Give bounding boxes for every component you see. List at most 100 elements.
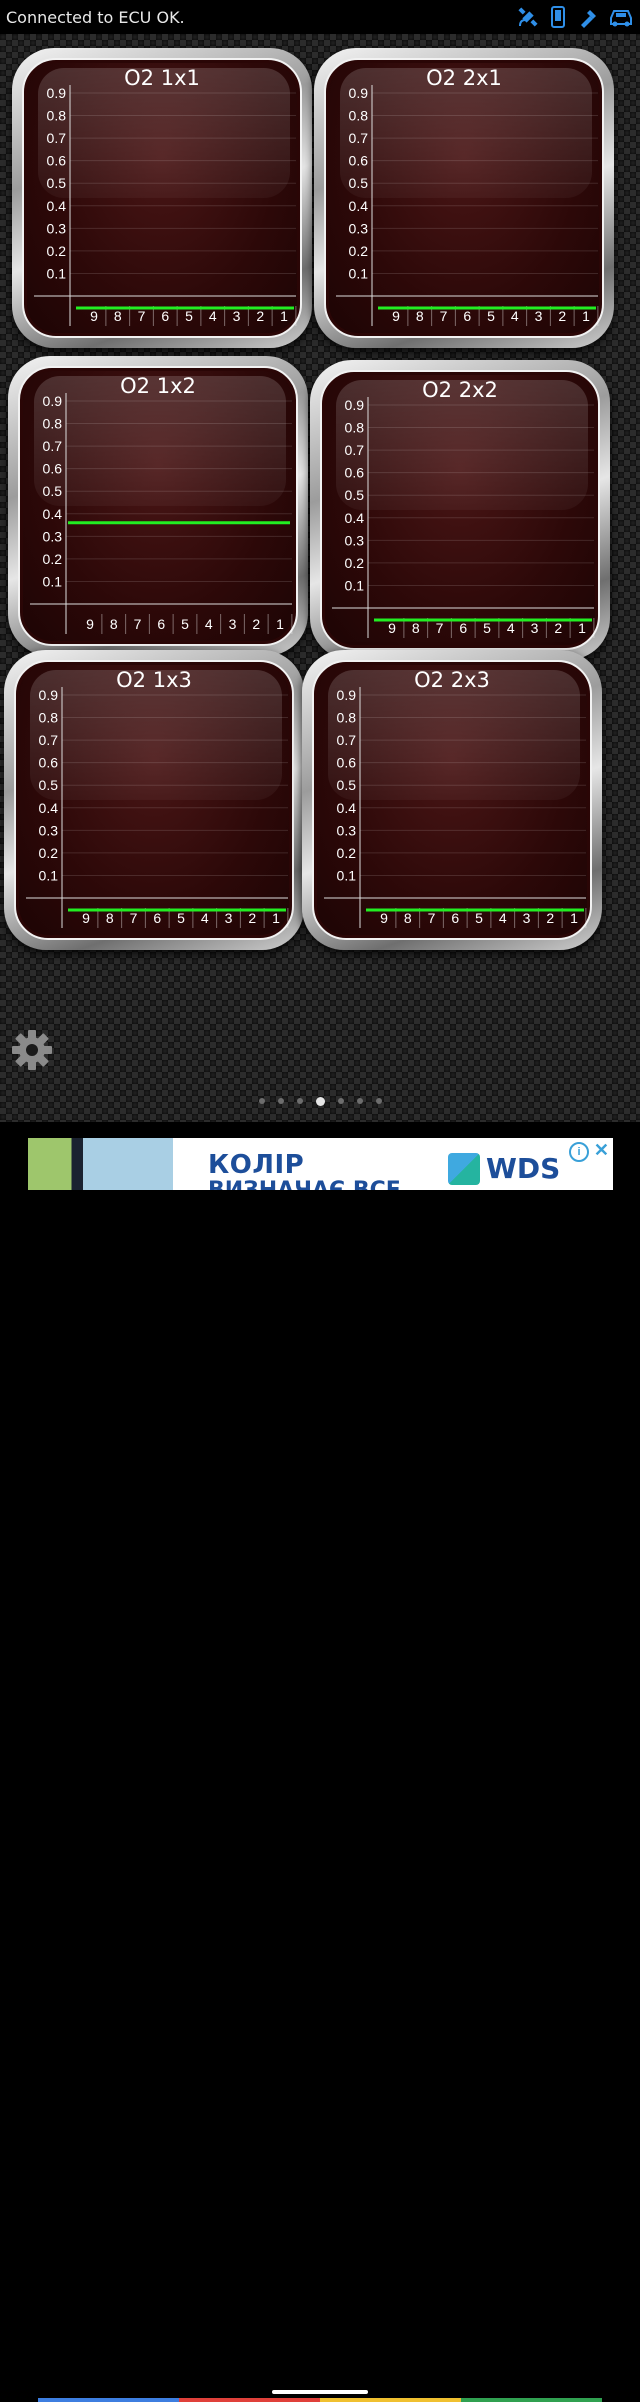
ad-image [28,1138,173,1190]
y-tick-label: 0.1 [39,867,59,883]
x-tick-label: 4 [209,308,217,324]
x-tick-label: 8 [110,616,118,632]
gauge-graph: 0.9 0.8 0.7 0.6 0.5 0.4 0.3 0.2 0.1 9 8 7 6 5 4 3 2 1 [26,687,289,928]
y-tick-label: 0.3 [47,220,67,236]
gear-icon[interactable] [10,1028,54,1072]
gauge-graph: 0.9 0.8 0.7 0.6 0.5 0.4 0.3 0.2 0.1 9 8 7 6 5 4 3 2 1 [336,85,599,326]
gauge-graph: 0.9 0.8 0.7 0.6 0.5 0.4 0.3 0.2 0.1 9 8 7 6 5 4 3 2 1 [324,687,587,928]
gauge-o2-1x1[interactable]: O2 1x1 0.9 0.8 0.7 0.6 0.5 0.4 0.3 0.2 0.1 9 8 7 6 5 4… [12,48,312,348]
x-tick-label: 1 [578,620,586,636]
x-tick-label: 7 [428,910,436,926]
x-tick-label: 8 [404,910,412,926]
brand-logo-icon [448,1152,480,1185]
x-tick-label: 3 [535,308,543,324]
page-dot[interactable] [337,1098,344,1104]
y-tick-label: 0.3 [39,822,59,838]
y-tick-label: 0.4 [349,198,369,214]
info-icon[interactable]: i [569,1142,589,1162]
y-tick-label: 0.1 [349,265,369,281]
x-tick-label: 7 [440,308,448,324]
y-tick-label: 0.6 [39,755,59,771]
x-tick-label: 7 [130,910,138,926]
x-tick-label: 9 [388,620,396,636]
y-tick-label: 0.2 [47,243,67,259]
ad-brand-name: WDS [486,1152,561,1185]
x-tick-label: 4 [511,308,519,324]
x-tick-label: 5 [177,910,185,926]
y-tick-label: 0.5 [349,175,369,191]
ad-brand: WDS [448,1152,560,1185]
gauge-o2-1x3[interactable]: O2 1x3 0.9 0.8 0.7 0.6 0.5 0.4 0.3 0.2 0.1 9 8 7 6 5 4… [4,650,304,950]
x-tick-label: 2 [558,308,566,324]
wrench-icon [578,6,598,28]
gauge-o2-2x1[interactable]: O2 2x1 0.9 0.8 0.7 0.6 0.5 0.4 0.3 0.2 0.1 9 8 7 6 5 4… [314,48,614,348]
y-tick-label: 0.8 [43,416,63,432]
car-icon [608,6,634,28]
x-tick-label: 8 [412,620,420,636]
x-tick-label: 6 [463,308,471,324]
y-tick-label: 0.5 [47,175,67,191]
y-tick-label: 0.7 [43,438,63,454]
x-tick-label: 2 [554,620,562,636]
page-dot[interactable] [258,1098,265,1104]
x-tick-label: 9 [90,308,98,324]
y-tick-label: 0.9 [43,393,63,409]
y-tick-label: 0.6 [47,153,67,169]
page-dot[interactable] [375,1098,382,1104]
x-tick-label: 2 [256,308,264,324]
page-dot-active[interactable] [315,1097,325,1106]
status-icons [518,6,634,28]
page-dot[interactable] [356,1098,363,1104]
y-tick-label: 0.5 [43,483,63,499]
x-tick-label: 8 [114,308,122,324]
page-indicator[interactable] [0,1097,640,1106]
y-tick-label: 0.3 [43,528,63,544]
y-tick-label: 0.4 [337,800,357,816]
y-tick-label: 0.2 [345,555,365,571]
y-tick-label: 0.3 [345,532,365,548]
x-tick-label: 3 [523,910,531,926]
x-tick-label: 8 [106,910,114,926]
gauge-graph: 0.9 0.8 0.7 0.6 0.5 0.4 0.3 0.2 0.1 9 8 7 6 5 4 3 2 1 [30,393,293,634]
y-tick-label: 0.9 [345,397,365,413]
gauge-o2-1x2[interactable]: O2 1x2 0.9 0.8 0.7 0.6 0.5 0.4 0.3 0.2 0.1 9 8 7 6 5 4… [8,356,308,656]
close-icon[interactable]: ✕ [594,1140,609,1161]
ad-title: КОЛІР [208,1150,305,1180]
x-tick-label: 5 [185,308,193,324]
y-tick-label: 0.8 [39,710,59,726]
x-tick-label: 4 [499,910,507,926]
connection-status: Connected to ECU OK. [6,8,185,27]
ad-banner[interactable]: КОЛІР ВИЗНАЧАЄ ВСЕ WDS i ✕ [28,1138,613,1190]
gauge-o2-2x2[interactable]: O2 2x2 0.9 0.8 0.7 0.6 0.5 0.4 0.3 0.2 0.1 9 8 7 6 5 4… [310,360,610,660]
x-tick-label: 4 [201,910,209,926]
y-tick-label: 0.6 [345,465,365,481]
page-dot[interactable] [296,1098,303,1104]
y-tick-label: 0.6 [337,755,357,771]
x-tick-label: 7 [436,620,444,636]
y-tick-label: 0.9 [47,85,67,101]
x-tick-label: 3 [229,616,237,632]
home-handle[interactable] [272,2390,368,2394]
x-tick-label: 1 [280,308,288,324]
y-tick-label: 0.4 [43,506,63,522]
x-tick-label: 9 [380,910,388,926]
y-tick-label: 0.1 [345,577,365,593]
x-tick-label: 1 [582,308,590,324]
y-tick-label: 0.7 [337,732,357,748]
gauge-o2-2x3[interactable]: O2 2x3 0.9 0.8 0.7 0.6 0.5 0.4 0.3 0.2 0.1 9 8 7 6 5 4… [302,650,602,950]
x-tick-label: 1 [272,910,280,926]
y-tick-label: 0.1 [47,265,67,281]
y-tick-label: 0.7 [345,442,365,458]
page-dot[interactable] [277,1098,284,1104]
y-tick-label: 0.9 [337,687,357,703]
gauge-graph: 0.9 0.8 0.7 0.6 0.5 0.4 0.3 0.2 0.1 9 8 7 6 5 4 3 2 1 [34,85,297,326]
y-tick-label: 0.5 [337,777,357,793]
y-tick-label: 0.4 [345,510,365,526]
x-tick-label: 6 [157,616,165,632]
y-tick-label: 0.6 [43,461,63,477]
x-tick-label: 2 [546,910,554,926]
x-tick-label: 2 [248,910,256,926]
y-tick-label: 0.7 [349,130,369,146]
x-tick-label: 7 [134,616,142,632]
y-tick-label: 0.5 [345,487,365,503]
